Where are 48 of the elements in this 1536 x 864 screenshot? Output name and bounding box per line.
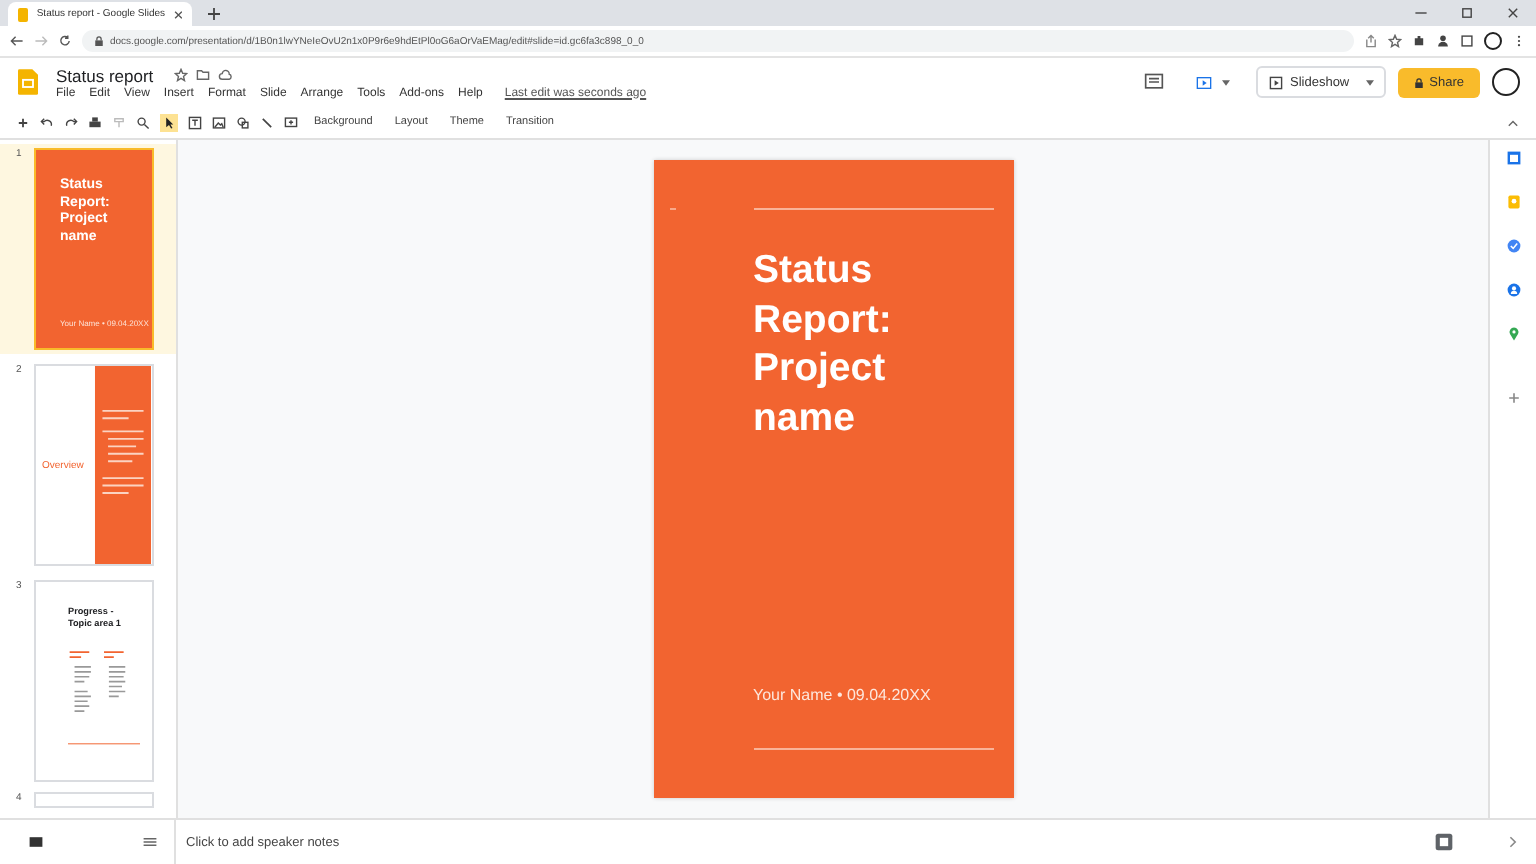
text-box-icon[interactable] [188,115,202,129]
avatar[interactable] [1492,68,1520,96]
plus-icon[interactable] [208,8,220,20]
document-title[interactable]: Status report [56,65,154,85]
share-icon[interactable] [1364,34,1378,48]
calendar-icon[interactable] [1505,150,1521,166]
extension-icon[interactable] [1412,34,1426,48]
zoom-icon[interactable] [136,115,150,129]
tasks-icon[interactable] [1505,238,1521,254]
more-icon[interactable] [1512,34,1526,48]
grid-view-icon[interactable] [28,834,44,850]
slides-icon [18,7,29,21]
minimize-icon[interactable] [1414,6,1428,20]
close-icon[interactable] [173,9,182,19]
redo-icon[interactable] [64,115,78,129]
contacts-icon[interactable] [1505,282,1521,298]
chevron-icon[interactable] [1504,834,1520,850]
undo-icon[interactable] [40,115,54,129]
map-pin-icon[interactable] [1505,326,1521,342]
lock-icon [1413,77,1424,87]
star-icon[interactable] [173,68,188,82]
back-icon[interactable] [10,34,24,48]
comment-icon[interactable] [1144,72,1164,92]
list-view-icon[interactable] [142,834,158,850]
folder-icon[interactable] [195,68,210,82]
print-icon[interactable] [88,115,102,129]
line-icon[interactable] [260,115,274,129]
comment-add-icon[interactable] [284,115,298,129]
shape-icon[interactable] [236,115,250,129]
play-icon [1268,75,1284,89]
lock-icon [94,36,104,46]
image-icon[interactable] [212,115,226,129]
select-icon[interactable] [160,113,178,131]
caret-icon [1365,79,1374,85]
reload-icon[interactable] [58,34,72,48]
star-icon[interactable] [1388,34,1402,48]
close-icon[interactable] [1506,6,1520,20]
person-icon[interactable] [1436,34,1450,48]
cloud-icon[interactable] [217,68,232,82]
slide-thumbnail[interactable] [34,792,154,808]
sidebar-icon[interactable] [1460,34,1474,48]
avatar[interactable] [1484,32,1502,50]
restore-icon[interactable] [1460,6,1474,20]
plus-icon[interactable] [16,115,30,129]
explore-icon[interactable] [1434,832,1454,852]
video-icon [1196,75,1212,89]
caret-icon [1222,79,1230,85]
collapse-icon[interactable] [1506,115,1520,129]
